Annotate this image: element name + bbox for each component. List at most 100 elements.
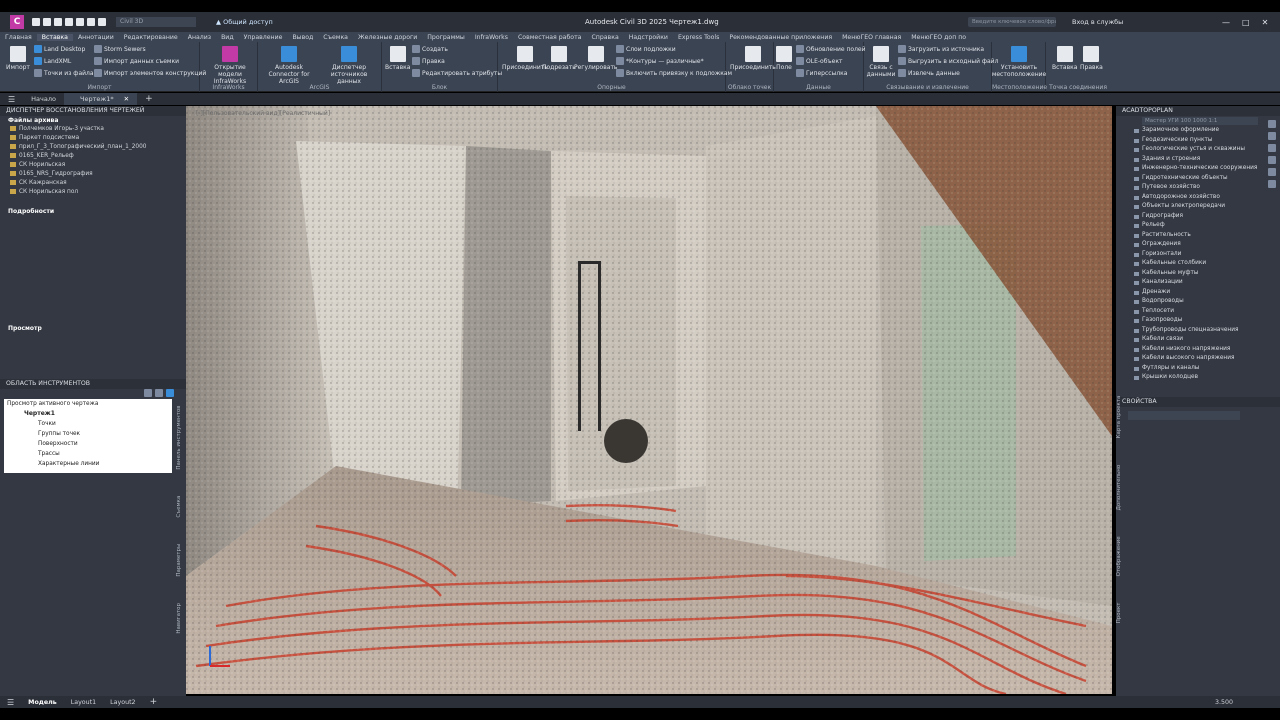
ole-object-button[interactable]: OLE-объект: [796, 57, 842, 65]
left-side-tab[interactable]: Съемка: [176, 496, 182, 518]
topoplan-layer-item[interactable]: Здания и строения: [1116, 155, 1280, 165]
workspace-select[interactable]: Civil 3D: [116, 17, 196, 27]
edit-attributes-button[interactable]: Редактировать атрибуты: [412, 69, 502, 77]
attach-pointcloud-button[interactable]: Присоединить: [730, 46, 776, 71]
topoplan-layer-item[interactable]: Геодезические пункты: [1116, 136, 1280, 146]
ribbon-tab[interactable]: Совместная работа: [513, 34, 586, 41]
ribbon-tab[interactable]: InfraWorks: [470, 34, 513, 41]
layout-menu-icon[interactable]: ☰: [0, 698, 21, 707]
ribbon-tab[interactable]: Вывод: [287, 34, 318, 41]
topoplan-layer-item[interactable]: Путевое хозяйство: [1116, 183, 1280, 193]
topoplan-layer-item[interactable]: Дренажи: [1116, 288, 1280, 298]
ribbon-tab[interactable]: Главная: [0, 34, 37, 41]
left-side-tab[interactable]: Панель инструментов: [176, 406, 182, 470]
share-button[interactable]: ▲ Общий доступ: [216, 18, 273, 26]
right-side-tab[interactable]: Карта проекта: [1116, 396, 1122, 439]
drawing-tree-item[interactable]: Характерные линии: [4, 459, 172, 469]
ribbon-tab[interactable]: Справка: [586, 34, 623, 41]
clip-button[interactable]: Подрезать: [542, 46, 576, 71]
tool-icon-3[interactable]: [1268, 144, 1276, 152]
download-source-button[interactable]: Загрузить из источника: [898, 45, 984, 53]
ribbon-tab[interactable]: Express Tools: [673, 34, 724, 41]
ribbon-tab[interactable]: Рекомендованные приложения: [724, 34, 837, 41]
toolspace-view-icon[interactable]: [155, 389, 163, 397]
undo-icon[interactable]: [87, 18, 95, 26]
archive-file-item[interactable]: СК Кажранская: [0, 179, 186, 188]
topoplan-layer-item[interactable]: Крышки колодцев: [1116, 373, 1280, 383]
topoplan-layer-item[interactable]: Автодорожное хозяйство: [1116, 193, 1280, 203]
data-sources-button[interactable]: Диспетчер источников данных: [318, 46, 380, 85]
new-tab-icon[interactable]: +: [137, 94, 161, 104]
ribbon-tab[interactable]: Анализ: [183, 34, 216, 41]
ribbon-tab[interactable]: Надстройки: [624, 34, 673, 41]
topoplan-layer-item[interactable]: Гидротехнические объекты: [1116, 174, 1280, 184]
add-layout-icon[interactable]: +: [143, 697, 165, 707]
insert-point-button[interactable]: Вставка: [1052, 46, 1077, 71]
viewport-label[interactable]: [-][Пользовательский вид][Реалистичный]: [196, 110, 330, 117]
left-side-tab[interactable]: Параметры: [176, 544, 182, 577]
tab-start[interactable]: Начало: [23, 95, 64, 103]
adjust-button[interactable]: Регулировать: [574, 46, 617, 71]
tool-icon-2[interactable]: [1268, 132, 1276, 140]
create-block-button[interactable]: Создать: [412, 45, 448, 53]
toolspace-options-icon[interactable]: [144, 389, 152, 397]
topoplan-layer-item[interactable]: Футляры и каналы: [1116, 364, 1280, 374]
topoplan-layer-item[interactable]: Водопроводы: [1116, 297, 1280, 307]
drawing-viewport[interactable]: [-][Пользовательский вид][Реалистичный]: [186, 106, 1112, 694]
properties-select[interactable]: [1128, 410, 1240, 420]
maximize-icon[interactable]: □: [1242, 18, 1250, 27]
ribbon-tab[interactable]: Съемка: [318, 34, 353, 41]
ribbon-tab[interactable]: Вид: [216, 34, 239, 41]
ribbon-tab[interactable]: Железные дороги: [353, 34, 422, 41]
topoplan-selector[interactable]: Мастер УГИ 100 1000 1:1: [1142, 117, 1258, 125]
ribbon-tab[interactable]: Редактирование: [119, 34, 183, 41]
tool-icon-4[interactable]: [1268, 156, 1276, 164]
left-side-tab[interactable]: Навигатор: [176, 603, 182, 634]
import-structures-button[interactable]: Импорт элементов конструкций: [94, 69, 206, 77]
hyperlink-button[interactable]: Гиперссылка: [796, 69, 847, 77]
archive-file-item[interactable]: СК Норильская: [0, 161, 186, 170]
topoplan-layer-item[interactable]: Канализации: [1116, 278, 1280, 288]
import-survey-button[interactable]: Импорт данных съемки: [94, 57, 179, 65]
topoplan-layer-item[interactable]: Ограждения: [1116, 240, 1280, 250]
ribbon-tab[interactable]: МенюГЕО доп по: [906, 34, 971, 41]
minimize-icon[interactable]: —: [1222, 18, 1230, 27]
archive-file-item[interactable]: Полчемков Игорь-3 участка: [0, 125, 186, 134]
drawing-node[interactable]: Чертеж1: [4, 409, 172, 419]
right-side-tab[interactable]: Дополнительно: [1116, 465, 1122, 511]
toolspace-view-select[interactable]: Просмотр активного чертежа: [4, 399, 172, 409]
edit-block-button[interactable]: Правка: [412, 57, 445, 65]
saveas-icon[interactable]: [65, 18, 73, 26]
attach-button[interactable]: Присоединить: [502, 46, 548, 71]
drawing-tree-item[interactable]: Трассы: [4, 449, 172, 459]
topoplan-layer-item[interactable]: Трубопроводы спецназначения: [1116, 326, 1280, 336]
topoplan-layer-item[interactable]: Кабели связи: [1116, 335, 1280, 345]
close-icon[interactable]: ✕: [1262, 18, 1269, 27]
app-logo[interactable]: C: [10, 15, 24, 29]
save-icon[interactable]: [54, 18, 62, 26]
topoplan-layer-item[interactable]: Зарамочное оформление: [1116, 126, 1280, 136]
drawing-tree-item[interactable]: Поверхности: [4, 439, 172, 449]
tab-model[interactable]: Модель: [21, 699, 64, 706]
topoplan-layer-item[interactable]: Кабели низкого напряжения: [1116, 345, 1280, 355]
arcgis-connector-button[interactable]: Autodesk Connector for ArcGIS: [260, 46, 318, 85]
landxml-button[interactable]: LandXML: [34, 57, 71, 65]
points-from-file-button[interactable]: Точки из файла: [34, 69, 94, 77]
update-fields-button[interactable]: Обновление полей: [796, 45, 866, 53]
search-input[interactable]: Введите ключевое слово/фразу: [968, 17, 1056, 27]
topoplan-layer-item[interactable]: Теплосети: [1116, 307, 1280, 317]
open-icon[interactable]: [43, 18, 51, 26]
topoplan-layer-item[interactable]: Кабельные муфты: [1116, 269, 1280, 279]
topoplan-layer-item[interactable]: Газопроводы: [1116, 316, 1280, 326]
upload-source-button[interactable]: Выгрузить в исходный файл: [898, 57, 998, 65]
insert-block-button[interactable]: Вставка: [385, 46, 410, 71]
land-desktop-button[interactable]: Land Desktop: [34, 45, 85, 53]
redo-icon[interactable]: [98, 18, 106, 26]
extract-data-button[interactable]: Извлечь данные: [898, 69, 960, 77]
right-side-tab[interactable]: Отображение: [1116, 536, 1122, 576]
ribbon-tab[interactable]: Управление: [239, 34, 288, 41]
tab-layout1[interactable]: Layout1: [64, 699, 103, 706]
topoplan-layer-item[interactable]: Объекты электропередачи: [1116, 202, 1280, 212]
set-location-button[interactable]: Установить местоположение: [992, 46, 1046, 78]
ribbon-tab[interactable]: Аннотации: [73, 34, 119, 41]
